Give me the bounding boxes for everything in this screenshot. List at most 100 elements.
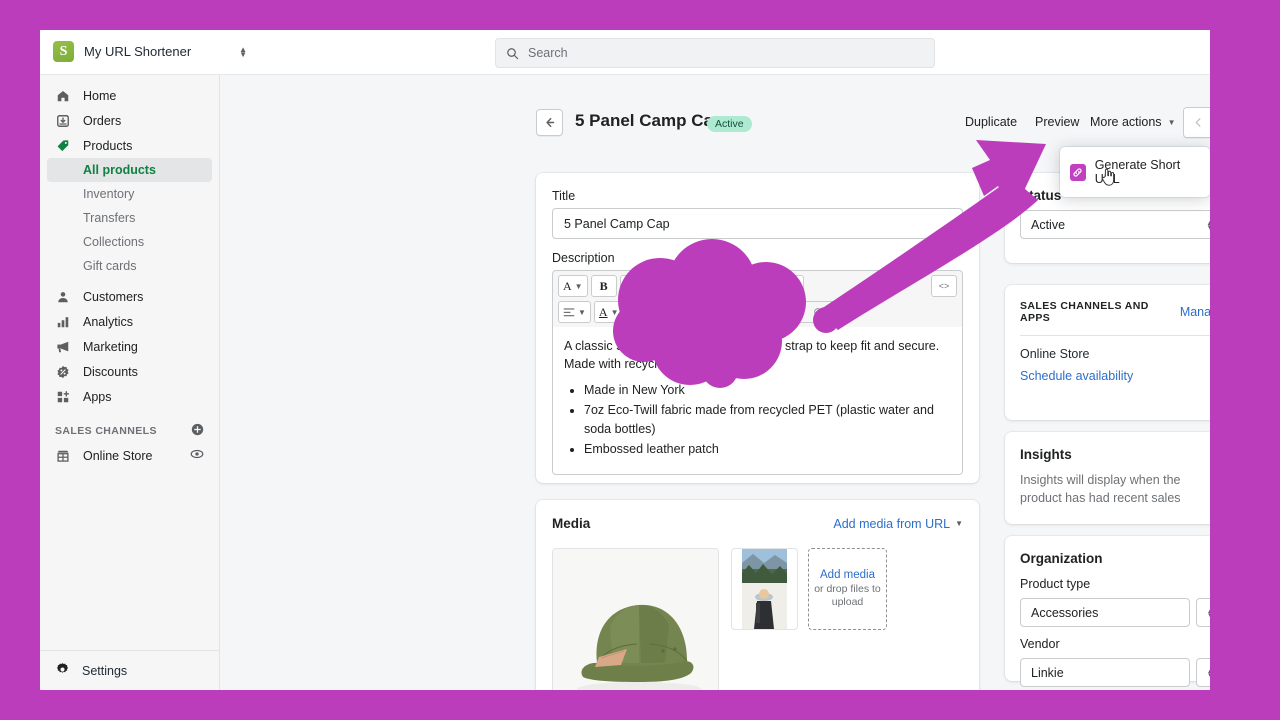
search-input[interactable]: Search — [495, 38, 935, 68]
sidebar-item-inventory[interactable]: Inventory — [47, 182, 212, 206]
insights-card: Insights Insights will display when the … — [1005, 432, 1210, 524]
text-color-button[interactable]: A▼ — [594, 301, 624, 323]
organization-card-title: Organization — [1020, 551, 1210, 566]
vendor-stepper[interactable]: ▲▼ — [1196, 658, 1210, 687]
media-main-image[interactable] — [552, 548, 719, 690]
sidebar-item-collections[interactable]: Collections — [47, 230, 212, 254]
more-actions-label: More actions — [1090, 115, 1162, 129]
status-select[interactable]: Active ▲▼ — [1020, 210, 1210, 239]
sidebar-item-customers[interactable]: Customers — [47, 284, 212, 309]
home-icon — [55, 89, 71, 103]
sales-channels-heading: SALES CHANNELS — [55, 423, 204, 439]
drop-files-label: or drop files to upload — [809, 583, 886, 609]
callout-line-3: the details page. — [633, 313, 791, 330]
arrow-left-icon — [543, 116, 556, 129]
shopify-logo-icon: S — [53, 41, 74, 62]
media-card: Media Add media from URL ▼ — [536, 500, 979, 690]
search-placeholder-text: Search — [528, 46, 568, 60]
manage-channels-link[interactable]: Manage — [1180, 305, 1210, 319]
sidebar-item-transfers[interactable]: Transfers — [47, 206, 212, 230]
global-search[interactable]: Search — [495, 38, 935, 68]
chevron-down-icon: ▼ — [1168, 118, 1176, 127]
storefront-icon — [55, 449, 71, 463]
sidebar-item-apps[interactable]: Apps — [47, 384, 212, 409]
shop-switcher[interactable]: S My URL Shortener ▲▼ — [45, 37, 255, 66]
align-button[interactable]: ▼ — [558, 301, 591, 323]
description-editor-body[interactable]: A classic 5 panel hat with an adjustable… — [552, 327, 963, 475]
sidebar-item-label: Apps — [83, 390, 112, 404]
status-badge: Active — [707, 116, 752, 132]
vendor-input[interactable]: Linkie — [1020, 658, 1190, 687]
vendor-row: Linkie ▲▼ — [1020, 658, 1210, 687]
chevron-down-icon: ▼ — [955, 519, 963, 528]
sidebar-item-orders[interactable]: Orders — [47, 108, 212, 133]
add-media-label: Add media — [820, 569, 875, 581]
sidebar-item-label: Online Store — [83, 449, 152, 463]
customers-person-icon — [55, 290, 71, 304]
updown-stepper-icon: ▲▼ — [1207, 668, 1210, 678]
product-type-stepper[interactable]: ▲▼ — [1196, 598, 1210, 627]
product-type-input[interactable]: Accessories — [1020, 598, 1190, 627]
person-wearing-cap-outdoors-image — [742, 549, 787, 629]
sidebar-item-products[interactable]: Products — [47, 133, 212, 158]
chevron-down-icon: ▼ — [611, 308, 619, 317]
callout-line-2: directly from — [633, 295, 791, 312]
product-type-row: Accessories ▲▼ — [1020, 598, 1210, 627]
sidebar-item-gift-cards[interactable]: Gift cards — [47, 254, 212, 278]
shop-logo-letter: S — [60, 44, 68, 60]
media-dropzone[interactable]: Add media or drop files to upload — [808, 548, 887, 630]
bold-button[interactable]: B — [591, 275, 617, 297]
organization-card: Organization Product type Accessories ▲▼… — [1005, 536, 1210, 681]
font-style-button[interactable]: A▼ — [558, 275, 588, 297]
title-input[interactable]: 5 Panel Camp Cap — [552, 208, 963, 239]
description-bullet: Embossed leather patch — [584, 440, 951, 458]
preview-button[interactable]: Preview — [1035, 115, 1079, 129]
updown-stepper-icon: ▲▼ — [1207, 608, 1210, 618]
sidebar-item-analytics[interactable]: Analytics — [47, 309, 212, 334]
sidebar-subitem-label: Collections — [83, 235, 144, 249]
add-media-from-url-button[interactable]: Add media from URL ▼ — [833, 517, 963, 531]
eye-icon[interactable] — [190, 447, 204, 464]
status-select-value: Active — [1031, 218, 1065, 232]
olive-camp-cap-image — [553, 549, 719, 690]
top-bar: S My URL Shortener ▲▼ Search — [40, 30, 1210, 75]
sidebar-item-label: Analytics — [83, 315, 133, 329]
updown-stepper-icon: ▲▼ — [239, 47, 247, 57]
schedule-availability-link[interactable]: Schedule availability — [1020, 369, 1210, 383]
sidebar-item-home[interactable]: Home — [47, 83, 212, 108]
record-pager — [1183, 107, 1210, 138]
marketing-megaphone-icon — [55, 340, 71, 354]
menu-item-generate-short-url[interactable]: Generate Short URL — [1060, 152, 1210, 192]
description-bullet: Made in New York — [584, 381, 951, 399]
code-view-glyph: <> — [939, 281, 950, 291]
media-thumbnail[interactable] — [731, 548, 798, 630]
sales-channels-card-header: SALES CHANNELS AND APPS Manage — [1020, 300, 1210, 324]
previous-record-button[interactable] — [1184, 108, 1210, 137]
page-title: 5 Panel Camp Cap — [575, 111, 723, 131]
insert-image-button[interactable] — [792, 301, 846, 323]
main-content: 5 Panel Camp Cap Active Duplicate Previe… — [220, 75, 1210, 690]
discounts-badge-icon — [55, 365, 71, 379]
sidebar-item-all-products[interactable]: All products — [47, 158, 212, 182]
sidebar-item-settings[interactable]: Settings — [40, 650, 219, 690]
duplicate-button[interactable]: Duplicate — [965, 115, 1017, 129]
more-actions-button[interactable]: More actions ▼ — [1090, 115, 1175, 129]
link-chain-icon — [1070, 164, 1086, 181]
sidebar-item-marketing[interactable]: Marketing — [47, 334, 212, 359]
plus-circle-icon[interactable] — [191, 423, 204, 439]
product-type-label: Product type — [1020, 577, 1210, 591]
chevron-down-icon: ▼ — [575, 282, 583, 291]
sidebar-item-discounts[interactable]: Discounts — [47, 359, 212, 384]
sidebar-item-online-store[interactable]: Online Store — [47, 443, 212, 468]
sales-channels-card-title: SALES CHANNELS AND APPS — [1020, 300, 1180, 324]
add-media-from-url-label: Add media from URL — [833, 517, 950, 531]
insights-card-body: Insights will display when the product h… — [1020, 471, 1210, 507]
sidebar-item-label: Products — [83, 139, 132, 153]
sidebar-item-label: Orders — [83, 114, 121, 128]
sidebar-item-label: Discounts — [83, 365, 138, 379]
back-button[interactable] — [536, 109, 563, 136]
divider — [1020, 335, 1210, 336]
title-input-value: 5 Panel Camp Cap — [564, 217, 670, 231]
code-view-button[interactable]: <> — [931, 275, 957, 297]
sales-channels-card: SALES CHANNELS AND APPS Manage Online St… — [1005, 285, 1210, 420]
